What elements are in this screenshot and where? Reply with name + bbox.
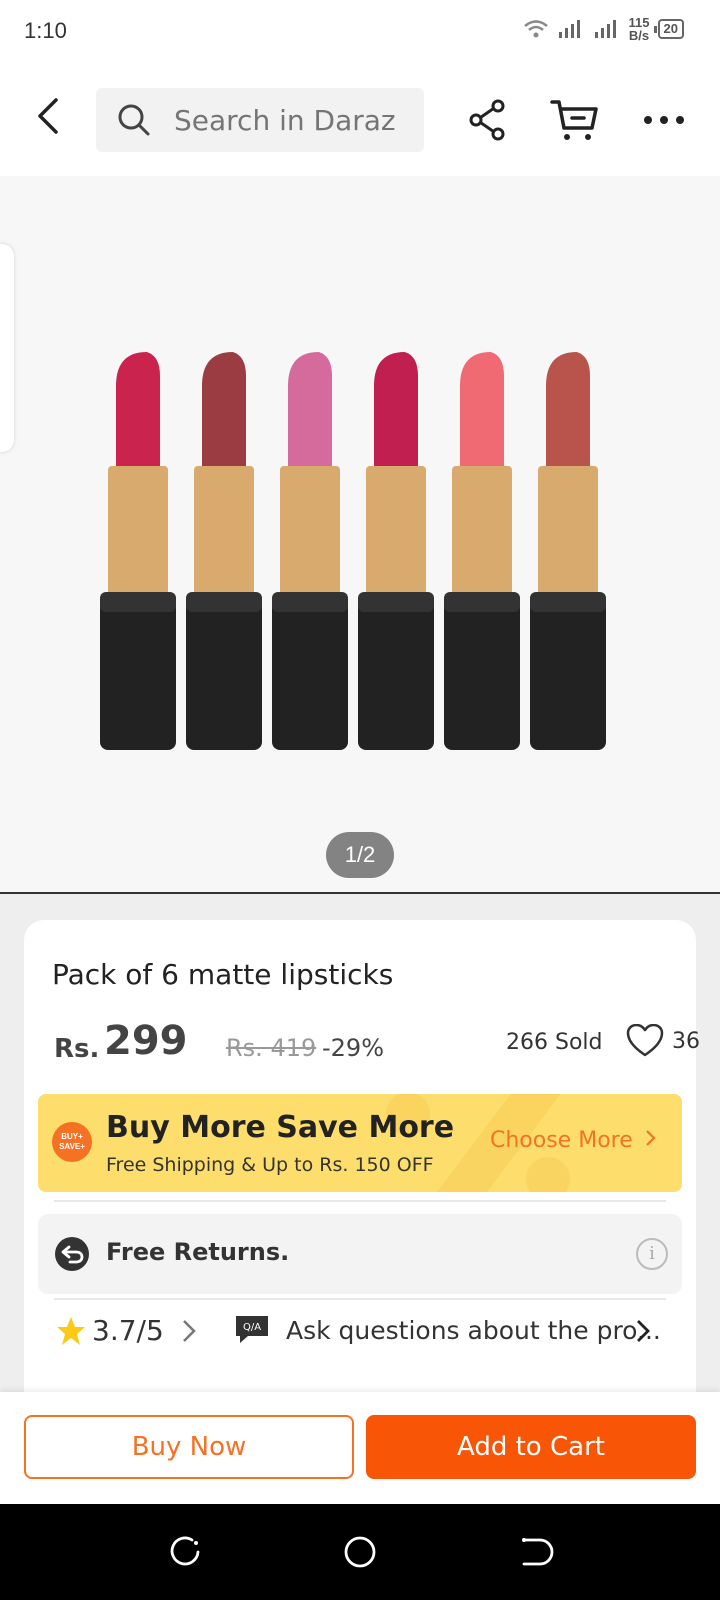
- badge-line2: SAVE+: [59, 1142, 85, 1151]
- lipstick-2: [186, 352, 262, 750]
- lipstick-4: [358, 352, 434, 750]
- wishlist-button[interactable]: 36: [626, 1024, 700, 1058]
- bottom-action-bar: Buy Now Add to Cart: [0, 1392, 720, 1504]
- battery-indicator: 20: [653, 19, 684, 39]
- chevron-right-icon: [645, 1130, 656, 1146]
- discount-percent: -29%: [322, 1034, 385, 1062]
- share-button[interactable]: [466, 98, 510, 142]
- wifi-icon: [523, 20, 548, 38]
- product-image[interactable]: [90, 346, 630, 766]
- divider: [54, 1200, 666, 1202]
- promo-title: Buy More Save More: [106, 1110, 455, 1145]
- more-icon: [644, 116, 684, 124]
- gallery-side-tab[interactable]: [0, 244, 14, 452]
- gallery-counter: 1/2: [326, 832, 394, 878]
- status-bar: 1:10 115 B/s 20: [0, 0, 720, 64]
- ask-questions-link[interactable]: Ask questions about the pro...: [286, 1316, 661, 1345]
- promo-banner[interactable]: BUY+ SAVE+ Buy More Save More Free Shipp…: [38, 1094, 682, 1192]
- buy-save-badge-icon: BUY+ SAVE+: [52, 1122, 92, 1162]
- cart-button[interactable]: [550, 98, 600, 142]
- back-nav-icon[interactable]: [514, 1532, 554, 1572]
- free-returns-label: Free Returns.: [106, 1238, 290, 1266]
- price-value: 299: [104, 1018, 188, 1064]
- rating-qa-row: 3.7/5 Q/A Ask questions about the pro...: [52, 1302, 672, 1360]
- more-options-button[interactable]: [640, 98, 688, 142]
- product-gallery[interactable]: 1/2: [0, 176, 720, 894]
- chevron-right-icon[interactable]: [180, 1318, 198, 1344]
- promo-subtitle: Free Shipping & Up to Rs. 150 OFF: [106, 1154, 434, 1176]
- network-speed-unit: B/s: [628, 28, 650, 43]
- status-icons: 115 B/s 20: [523, 16, 684, 42]
- search-icon: [118, 104, 150, 136]
- qa-badge-text: Q/A: [243, 1322, 261, 1333]
- divider: [54, 1298, 666, 1300]
- lipstick-1: [100, 352, 176, 750]
- back-button[interactable]: [28, 94, 72, 138]
- search-placeholder: Search in Daraz: [174, 104, 396, 137]
- recent-apps-icon[interactable]: [166, 1532, 206, 1572]
- sold-count: 266 Sold: [506, 1030, 603, 1055]
- star-icon: [57, 1317, 85, 1345]
- cart-icon: [550, 100, 598, 140]
- heart-icon: [626, 1024, 664, 1057]
- add-to-cart-button[interactable]: Add to Cart: [366, 1415, 696, 1479]
- home-icon[interactable]: [340, 1532, 380, 1572]
- back-arrow-icon: [38, 98, 58, 134]
- badge-line1: BUY+: [61, 1132, 83, 1141]
- price-row: Rs. 299 Rs. 419 -29% 266 Sold 36: [54, 1016, 700, 1072]
- choose-more-link[interactable]: Choose More: [490, 1128, 656, 1153]
- price-currency: Rs.: [54, 1034, 100, 1064]
- chevron-right-icon[interactable]: [634, 1318, 652, 1344]
- choose-more-label: Choose More: [490, 1128, 633, 1153]
- status-time: 1:10: [24, 18, 67, 43]
- share-icon: [469, 99, 505, 141]
- lipstick-6: [530, 352, 606, 750]
- return-arrow-icon: [55, 1237, 89, 1271]
- header: Search in Daraz: [0, 64, 720, 176]
- system-nav-bar: [0, 1504, 720, 1600]
- lipstick-5: [444, 352, 520, 750]
- info-icon[interactable]: i: [636, 1238, 668, 1270]
- buy-now-button[interactable]: Buy Now: [24, 1415, 354, 1479]
- network-speed: 115 B/s: [629, 16, 650, 42]
- free-returns-row[interactable]: Free Returns. i: [38, 1214, 682, 1294]
- signal-icon-2: [594, 20, 616, 38]
- wishlist-count: 36: [672, 1028, 700, 1054]
- qa-icon: Q/A: [236, 1316, 268, 1343]
- product-title: Pack of 6 matte lipsticks: [52, 958, 394, 991]
- signal-icon: [558, 20, 580, 38]
- search-input[interactable]: Search in Daraz: [96, 88, 424, 152]
- original-price: Rs. 419: [226, 1034, 317, 1062]
- rating-value[interactable]: 3.7/5: [92, 1314, 164, 1347]
- lipstick-3: [272, 352, 348, 750]
